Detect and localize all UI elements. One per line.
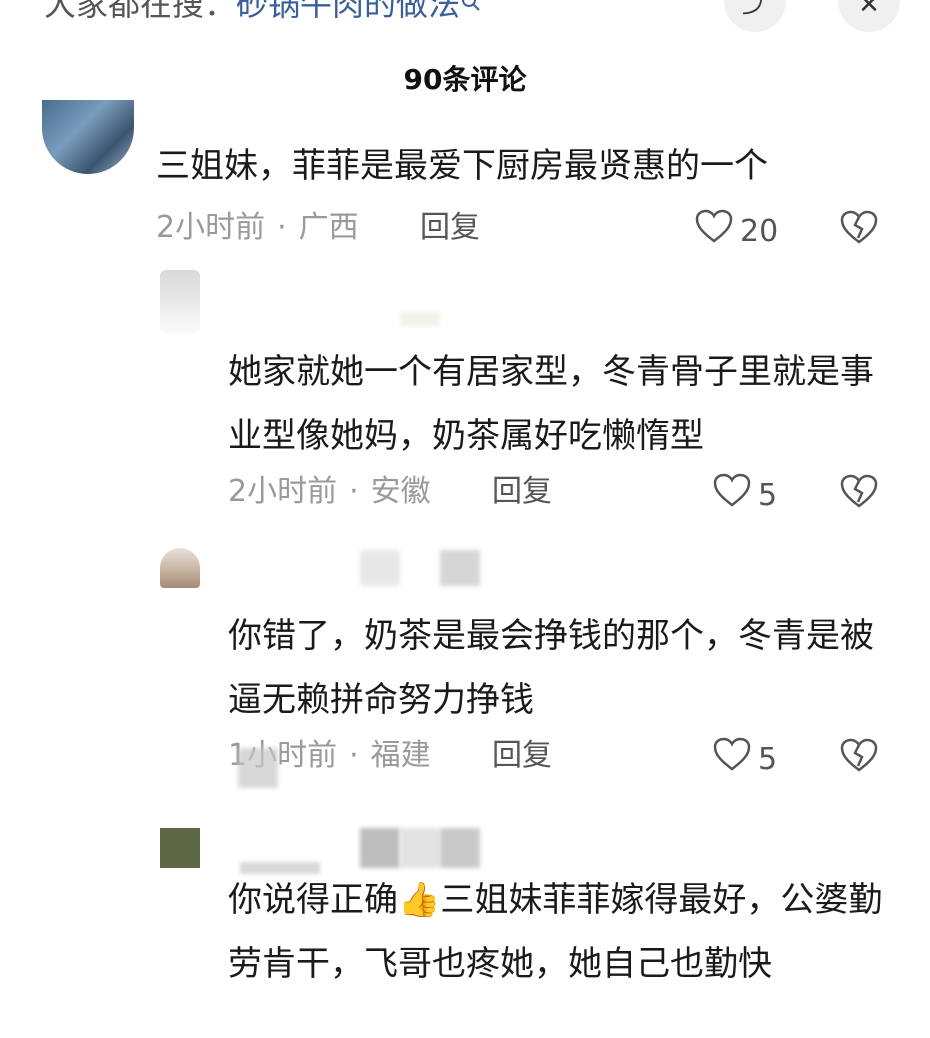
blurred-username xyxy=(400,312,440,326)
meta-separator: · xyxy=(349,738,359,773)
avatar[interactable] xyxy=(160,270,200,334)
meta-separator: · xyxy=(349,474,359,509)
search-icon xyxy=(460,0,482,23)
comment-time: 2小时前 xyxy=(156,210,266,245)
avatar[interactable] xyxy=(160,548,200,588)
comment-location: 广西 xyxy=(298,210,359,245)
comment-location: 安徽 xyxy=(370,474,431,509)
blurred-username xyxy=(440,550,480,586)
comment-text: 三姐妹，菲菲是最爱下厨房最贤惠的一个 xyxy=(156,146,768,186)
broken-heart-icon xyxy=(838,738,880,778)
search-suggestion-prefix: 大家都在搜： xyxy=(44,0,237,23)
comments-count-title: 90条评论 xyxy=(403,63,527,96)
avatar[interactable] xyxy=(160,828,200,868)
blurred-username xyxy=(360,828,400,868)
share-button[interactable]: ⤴ xyxy=(724,0,786,32)
broken-heart-icon xyxy=(838,474,880,514)
close-icon: ✕ xyxy=(858,0,880,20)
like-count: 5 xyxy=(758,741,778,777)
comment-location: 福建 xyxy=(370,738,431,773)
comment-meta: 2小时前 · 广西 xyxy=(156,208,359,248)
search-suggestion[interactable]: 大家都在搜：砂锅牛肉的做法 xyxy=(44,0,482,24)
comment-text: 你错了，奶茶是最会挣钱的那个，冬青是被逼无赖拼命努力挣钱 xyxy=(228,616,874,720)
meta-separator: · xyxy=(277,210,287,245)
dislike-button[interactable] xyxy=(838,472,880,514)
like-button[interactable]: 20 xyxy=(694,208,778,255)
like-button[interactable]: 5 xyxy=(712,472,777,519)
comment-text: 你说得正确👍三姐妹菲菲嫁得最好，公婆勤劳肯干，飞哥也疼她，她自己也勤快 xyxy=(228,880,883,984)
broken-heart-icon xyxy=(838,210,880,250)
avatar[interactable] xyxy=(42,100,134,174)
like-count: 20 xyxy=(740,213,779,249)
search-suggestion-keyword[interactable]: 砂锅牛肉的做法 xyxy=(236,0,460,23)
comment-text: 她家就她一个有居家型，冬青骨子里就是事业型像她妈，奶茶属好吃懒惰型 xyxy=(228,352,874,456)
blurred-username xyxy=(360,550,400,586)
top-bar: 大家都在搜：砂锅牛肉的做法 ⤴ ✕ xyxy=(0,0,930,40)
like-button[interactable]: 5 xyxy=(712,736,777,783)
dislike-button[interactable] xyxy=(838,736,880,778)
dislike-button[interactable] xyxy=(838,208,880,250)
blurred-username xyxy=(440,828,480,868)
close-button[interactable]: ✕ xyxy=(838,0,900,32)
reply-button[interactable]: 回复 xyxy=(420,208,480,248)
like-count: 5 xyxy=(758,477,778,513)
reply-button[interactable]: 回复 xyxy=(492,736,552,776)
comment-meta: 2小时前 · 安徽 xyxy=(228,472,431,512)
blurred-username xyxy=(400,828,440,868)
blurred-overlay xyxy=(238,748,278,788)
reply-button[interactable]: 回复 xyxy=(492,472,552,512)
heart-icon xyxy=(712,472,758,519)
heart-icon xyxy=(694,208,740,255)
comment-time: 2小时前 xyxy=(228,474,338,509)
heart-icon xyxy=(712,736,758,783)
share-icon: ⤴ xyxy=(741,0,768,19)
